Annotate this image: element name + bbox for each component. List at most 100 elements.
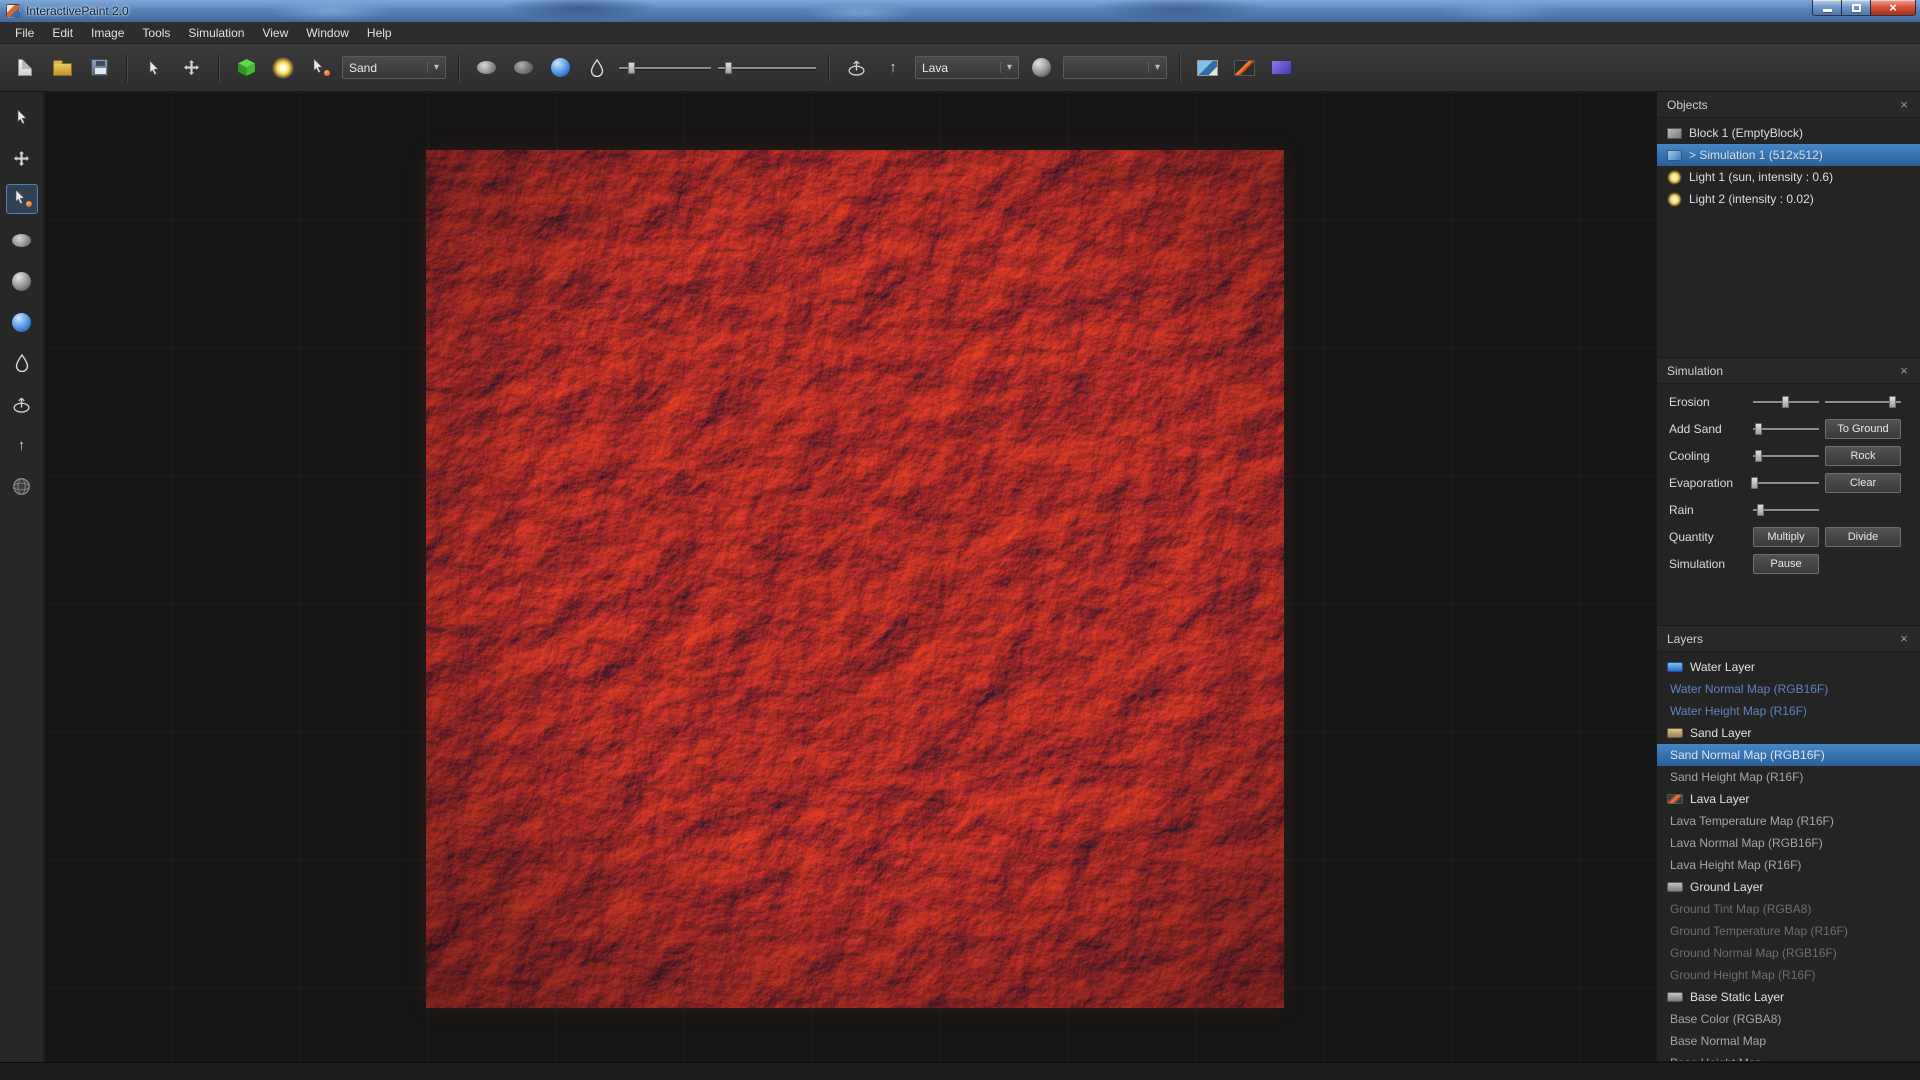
toolbar-separator (828, 54, 829, 82)
terrain-vignette (426, 150, 1284, 1008)
raise-tool-button[interactable]: ↑ (878, 53, 908, 83)
lava-layer-row[interactable]: Lava Layer (1657, 788, 1920, 810)
evaporation-slider[interactable] (1753, 476, 1819, 490)
menu-file[interactable]: File (6, 23, 43, 43)
water-height-map-row[interactable]: Water Height Map (R16F) (1657, 700, 1920, 722)
maximize-button[interactable] (1842, 0, 1870, 16)
paint-pick-tool-button[interactable] (305, 53, 335, 83)
object-row-light2[interactable]: Light 2 (intensity : 0.02) (1657, 188, 1920, 210)
sand-layer-row[interactable]: Sand Layer (1657, 722, 1920, 744)
add-sand-slider[interactable] (1753, 422, 1819, 436)
layers-panel: Layers × Water Layer Water Normal Map (R… (1657, 626, 1920, 1062)
menu-image[interactable]: Image (82, 23, 133, 43)
close-button[interactable]: × (1870, 0, 1916, 16)
lava-material-select[interactable]: Lava ▾ (915, 56, 1019, 79)
to-ground-button[interactable]: To Ground (1825, 419, 1901, 439)
open-button[interactable] (47, 53, 77, 83)
drop-tool-button[interactable] (582, 53, 612, 83)
water-layer-row[interactable]: Water Layer (1657, 656, 1920, 678)
viewport[interactable] (44, 92, 1656, 1062)
move-tool-button[interactable] (176, 53, 206, 83)
raise-tool[interactable]: ↑ (6, 430, 38, 460)
base-height-map-row[interactable]: Base Height Map (1657, 1052, 1920, 1062)
sand-material-select[interactable]: Sand ▾ (342, 56, 446, 79)
map-label: Ground Normal Map (RGB16F) (1670, 946, 1837, 960)
object-row-simulation1[interactable]: > Simulation 1 (512x512) (1657, 144, 1920, 166)
ground-tint-map-row[interactable]: Ground Tint Map (RGBA8) (1657, 898, 1920, 920)
paint-pick-tool[interactable] (6, 184, 38, 214)
base-color-map-row[interactable]: Base Color (RGBA8) (1657, 1008, 1920, 1030)
menu-view[interactable]: View (253, 23, 297, 43)
base-static-layer-row[interactable]: Base Static Layer (1657, 986, 1920, 1008)
ellipse-brush-button[interactable] (471, 53, 501, 83)
sphere-tool[interactable] (6, 266, 38, 296)
sand-normal-map-row[interactable]: Sand Normal Map (RGB16F) (1657, 744, 1920, 766)
base-normal-map-row[interactable]: Base Normal Map (1657, 1030, 1920, 1052)
brush-flow-slider[interactable] (718, 61, 816, 75)
object-row-block1[interactable]: Block 1 (EmptyBlock) (1657, 122, 1920, 144)
layer-label: Base Static Layer (1690, 990, 1784, 1004)
rain-slider[interactable] (1753, 503, 1819, 517)
ground-layer-row[interactable]: Ground Layer (1657, 876, 1920, 898)
ground-height-map-row[interactable]: Ground Height Map (R16F) (1657, 964, 1920, 986)
rotate-tool[interactable] (6, 389, 38, 419)
water-normal-map-row[interactable]: Water Normal Map (RGB16F) (1657, 678, 1920, 700)
evaporation-label: Evaporation (1669, 476, 1747, 490)
erosion-slider-b[interactable] (1825, 395, 1901, 409)
lava-height-map-row[interactable]: Lava Height Map (R16F) (1657, 854, 1920, 876)
light-tool-button[interactable] (268, 53, 298, 83)
erosion-slider-a[interactable] (1753, 395, 1819, 409)
menu-edit[interactable]: Edit (43, 23, 82, 43)
brush-size-slider[interactable] (619, 61, 711, 75)
ground-temperature-map-row[interactable]: Ground Temperature Map (R16F) (1657, 920, 1920, 942)
move-tool[interactable] (6, 143, 38, 173)
select-tool-button[interactable] (139, 53, 169, 83)
objects-panel-close-icon[interactable]: × (1896, 97, 1912, 112)
object-label: Light 1 (sun, intensity : 0.6) (1689, 170, 1833, 184)
move-icon (13, 150, 30, 167)
sand-height-map-row[interactable]: Sand Height Map (R16F) (1657, 766, 1920, 788)
terrain-render[interactable] (426, 150, 1284, 1008)
image-icon (1197, 60, 1218, 76)
clear-button[interactable]: Clear (1825, 473, 1901, 493)
water-sphere-tool[interactable] (6, 307, 38, 337)
menu-window[interactable]: Window (297, 23, 358, 43)
lava-temperature-map-row[interactable]: Lava Temperature Map (R16F) (1657, 810, 1920, 832)
rotate-tool-button[interactable] (841, 53, 871, 83)
object-row-light1[interactable]: Light 1 (sun, intensity : 0.6) (1657, 166, 1920, 188)
divide-button[interactable]: Divide (1825, 527, 1901, 547)
multiply-button[interactable]: Multiply (1753, 527, 1819, 547)
lava-normal-map-row[interactable]: Lava Normal Map (RGB16F) (1657, 832, 1920, 854)
extra-select[interactable]: ▾ (1063, 56, 1167, 79)
pause-button[interactable]: Pause (1753, 554, 1819, 574)
menu-bar: File Edit Image Tools Simulation View Wi… (0, 22, 1920, 44)
titlebar[interactable]: InteractivePaint 2.0 × (0, 0, 1920, 22)
simulation-panel-close-icon[interactable]: × (1896, 363, 1912, 378)
rock-button[interactable]: Rock (1825, 446, 1901, 466)
drop-tool[interactable] (6, 348, 38, 378)
new-file-button[interactable] (10, 53, 40, 83)
select-tool[interactable] (6, 102, 38, 132)
map-label: Sand Height Map (R16F) (1670, 770, 1803, 784)
menu-simulation[interactable]: Simulation (179, 23, 253, 43)
block-tool-button[interactable] (231, 53, 261, 83)
sphere-tool-button[interactable] (1026, 53, 1056, 83)
menu-help[interactable]: Help (358, 23, 401, 43)
map-label: Ground Height Map (R16F) (1670, 968, 1815, 982)
toolbar-separator (1179, 54, 1180, 82)
layers-panel-close-icon[interactable]: × (1896, 631, 1912, 646)
lava-view-button[interactable] (1229, 53, 1259, 83)
water-sphere-tool-button[interactable] (545, 53, 575, 83)
texture-view-button[interactable] (1192, 53, 1222, 83)
save-icon (91, 59, 108, 76)
objects-panel: Objects × Block 1 (EmptyBlock) > Simulat… (1657, 92, 1920, 358)
normal-map-view-button[interactable] (1266, 53, 1296, 83)
globe-tool[interactable] (6, 471, 38, 501)
ellipse-tool[interactable] (6, 225, 38, 255)
minimize-button[interactable] (1812, 0, 1842, 16)
ground-normal-map-row[interactable]: Ground Normal Map (RGB16F) (1657, 942, 1920, 964)
save-button[interactable] (84, 53, 114, 83)
cooling-slider[interactable] (1753, 449, 1819, 463)
ellipse-brush-dark-button[interactable] (508, 53, 538, 83)
menu-tools[interactable]: Tools (133, 23, 179, 43)
